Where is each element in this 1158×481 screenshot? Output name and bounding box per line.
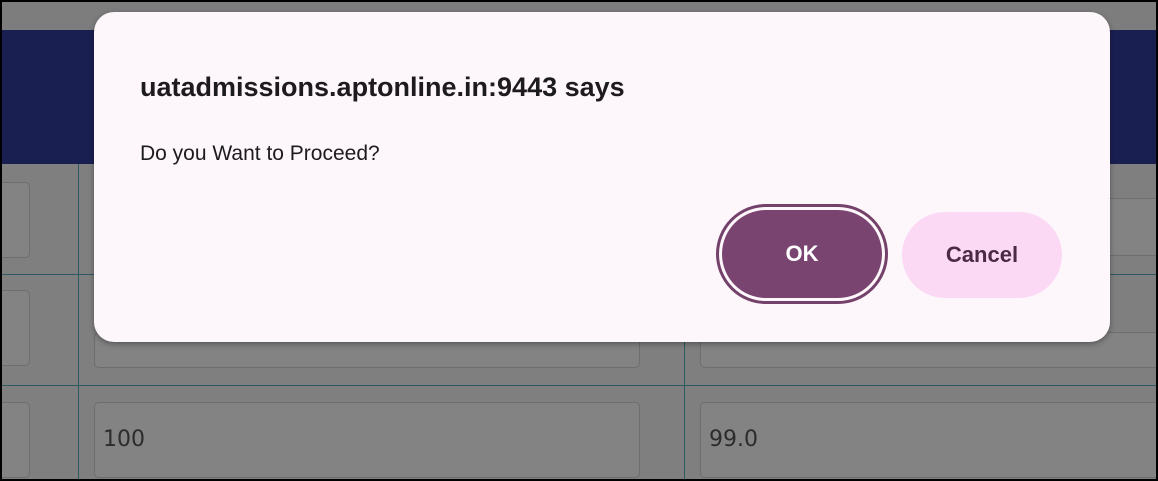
confirm-dialog: uatadmissions.aptonline.in:9443 says Do … xyxy=(94,12,1110,342)
row3-col3-field[interactable]: 99.0 xyxy=(700,402,1156,478)
row1-col1-field[interactable] xyxy=(2,182,30,258)
table-col-divider xyxy=(78,164,79,479)
ok-button[interactable]: OK xyxy=(716,204,888,304)
table-row-divider xyxy=(2,385,1156,386)
cancel-button[interactable]: Cancel xyxy=(902,212,1062,298)
row3-col1-field[interactable] xyxy=(2,402,30,478)
ok-button-label: OK xyxy=(722,210,882,298)
row2-col1-field[interactable] xyxy=(2,290,30,366)
row1-col3-field[interactable] xyxy=(1102,198,1156,256)
dialog-title: uatadmissions.aptonline.in:9443 says xyxy=(140,72,625,102)
row3-col2-field[interactable]: 100 xyxy=(94,402,640,478)
dialog-message: Do you Want to Proceed? xyxy=(140,142,380,165)
